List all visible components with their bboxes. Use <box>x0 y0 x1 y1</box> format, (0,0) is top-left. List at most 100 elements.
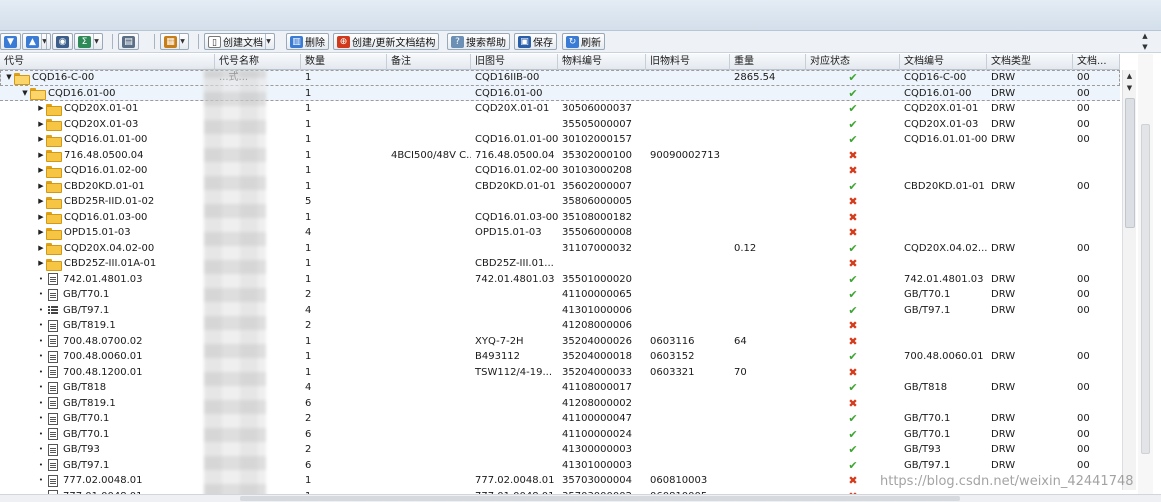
table-row[interactable]: • GB/T70.1 6 41100000024 ✔ GB/T70.1 DRW 00 <box>0 427 1120 443</box>
toolbar-separator <box>154 34 155 49</box>
cell-doc-type: DRW <box>991 459 1016 471</box>
expand-node-icon[interactable]: ▶ <box>36 148 46 164</box>
column-header-note[interactable]: 备注 <box>387 54 471 70</box>
column-header-old-drawing[interactable]: 旧图号 <box>471 54 558 70</box>
table-row[interactable]: • 742.01.4801.03 1 742.01.4801.03 3550100002… <box>0 272 1120 288</box>
expand-node-icon[interactable]: ▶ <box>36 241 46 257</box>
create-document-button[interactable]: ▯ 创建文档 ▼ <box>204 33 275 50</box>
table-row[interactable]: ▶ CQD20X.01-03 1 35505000007 ✔ CQD20X.01-03 DR… <box>0 117 1120 133</box>
filter-button[interactable]: Σ ▼ <box>74 33 103 50</box>
column-header-doc-no[interactable]: 文档编号 <box>900 54 987 70</box>
layout-button[interactable]: ▦ ▼ <box>160 33 189 50</box>
column-header-doc-ver[interactable]: 文档... <box>1073 54 1120 70</box>
tree-node-cell: • GB/T70.1 <box>0 411 215 427</box>
column-header-status[interactable]: 对应状态 <box>806 54 900 70</box>
dropdown-arrow-icon[interactable]: ▼ <box>179 34 185 49</box>
column-header-name[interactable]: 代号名称 <box>215 54 301 70</box>
table-row[interactable]: • 700.48.0700.02 1 XYQ-7-2H 35204000026 06031… <box>0 334 1120 350</box>
scroll-up-icon[interactable]: ▲ <box>1123 70 1136 82</box>
expand-node-icon[interactable]: ▶ <box>36 210 46 226</box>
cell-old-material <box>646 225 730 241</box>
table-row[interactable]: ▶ CBD20KD.01-01 1 CBD20KD.01-01 35602000007 ✔… <box>0 179 1120 195</box>
table-row[interactable]: • GB/T93 2 41300000003 ✔ GB/T93 DRW 00 <box>0 442 1120 458</box>
cell-doc-type <box>987 210 1073 226</box>
table-row[interactable]: • GB/T70.1 2 41100000047 ✔ GB/T70.1 DRW 00 <box>0 411 1120 427</box>
table-row[interactable]: ▶ CBD25R-IID.01-02 5 35806000005 ✖ <box>0 194 1120 210</box>
column-header-old-material[interactable]: 旧物料号 <box>646 54 730 70</box>
column-header-qty[interactable]: 数量 <box>301 54 387 70</box>
table-row[interactable]: ▶ CQD20X.04.02-00 1 31107000032 0.12 ✔ CQD20X.… <box>0 241 1120 257</box>
table-row[interactable]: ▶ CQD16.01.01-00 1 CQD16.01.01-00 3010200015… <box>0 132 1120 148</box>
cell-doc-ver: 00 <box>1077 382 1090 393</box>
table-row[interactable]: ▶ CQD16.01.03-00 1 CQD16.01.03-00 3510800018… <box>0 210 1120 226</box>
expand-node-icon[interactable]: ▶ <box>36 117 46 133</box>
expand-node-icon[interactable]: ▶ <box>36 256 46 272</box>
table-row[interactable]: • GB/T97.1 6 41301000003 ✔ GB/T97.1 DRW 00 <box>0 458 1120 474</box>
table-row[interactable]: • GB/T818 4 41108000017 ✔ GB/T818 DRW 00 <box>0 380 1120 396</box>
expand-node-icon[interactable]: ▶ <box>36 225 46 241</box>
print-button[interactable]: ▤ <box>118 33 139 50</box>
table-row[interactable]: ▶ CQD20X.01-01 1 CQD20X.01-01 30506000037 ✔ CQ… <box>0 101 1120 117</box>
expand-node-icon[interactable]: ▶ <box>36 179 46 195</box>
expand-node-icon[interactable]: ▶ <box>36 132 46 148</box>
create-structure-button[interactable]: ⊕ 创建/更新文档结构 <box>333 33 440 50</box>
cell-doc-type: DRW <box>991 103 1016 114</box>
table-row[interactable]: ▶ CBD25Z-III.01A-01 1 CBD25Z-III.01... ✖ <box>0 256 1120 272</box>
table-row[interactable]: • GB/T70.1 2 41100000065 ✔ GB/T70.1 DRW 00 <box>0 287 1120 303</box>
scroll-down-icon[interactable]: ▼ <box>1123 82 1136 94</box>
refresh-button[interactable]: ↻ 刷新 <box>562 33 605 50</box>
column-header-doc-type[interactable]: 文档类型 <box>987 54 1073 70</box>
find-button[interactable]: ◉ <box>52 33 73 50</box>
table-row[interactable]: • GB/T819.1 2 41208000006 ✖ <box>0 318 1120 334</box>
column-header-weight[interactable]: 重量 <box>730 54 806 70</box>
cell-material: 30103000208 <box>562 165 632 176</box>
table-row[interactable]: ▼CQD16-C-00...式...1CQD16IIB-002865.54✔CQ… <box>0 70 1120 86</box>
table-row[interactable]: ▶ OPD15.01-03 4 OPD15.01-03 35506000008 ✖ <box>0 225 1120 241</box>
horizontal-scroll-thumb[interactable] <box>240 496 960 501</box>
cell-qty: 1 <box>305 72 312 83</box>
table-row[interactable]: ▶ 716.48.0500.04 1 4BCI500/48V C... 716.48.0… <box>0 148 1120 164</box>
cell-material: 35703000004 <box>562 475 632 486</box>
table-row[interactable]: • GB/T97.1 4 41301000006 ✔ GB/T97.1 DRW 00 <box>0 303 1120 319</box>
tree-node-cell: • 742.01.4801.03 <box>0 272 215 288</box>
toolbar-button-label: 创建文档 <box>223 38 263 49</box>
cell-material: 41208000002 <box>562 397 632 409</box>
table-row[interactable]: • 700.48.1200.01 1 TSW112/4-19... 3520400003… <box>0 365 1120 381</box>
cell-weight <box>730 427 806 443</box>
save-button[interactable]: ▣ 保存 <box>514 33 557 50</box>
cell-doc-no: CQD16.01-00 <box>904 87 972 99</box>
dropdown-arrow-icon[interactable]: ▼ <box>93 34 99 49</box>
scroll-thumb[interactable] <box>1125 98 1135 228</box>
window-vertical-scrollbar[interactable] <box>1138 54 1153 498</box>
grid-vertical-scrollbar[interactable]: ▲ ▼ <box>1122 70 1136 490</box>
cell-qty: 6 <box>305 397 312 409</box>
tree-node-cell: ▼ CQD16-C-00 <box>0 70 215 86</box>
table-row[interactable]: • 700.48.0060.01 1 B493112 35204000018 060315… <box>0 349 1120 365</box>
cell-old-drawing: TSW112/4-19... <box>475 366 553 378</box>
collapse-node-icon[interactable]: ▼ <box>20 86 30 102</box>
cell-note <box>387 318 471 334</box>
search-help-button[interactable]: ? 搜索帮助 <box>447 33 510 50</box>
expand-node-icon[interactable]: ▶ <box>36 101 46 117</box>
cross-icon: ✖ <box>848 226 858 239</box>
cell-doc-ver <box>1073 163 1120 179</box>
cell-weight <box>730 272 806 288</box>
delete-button[interactable]: ▥ 删除 <box>286 33 329 50</box>
expand-node-icon[interactable]: ▶ <box>36 194 46 210</box>
table-row[interactable]: • GB/T819.1 6 41208000002 ✖ <box>0 396 1120 412</box>
horizontal-scrollbar[interactable] <box>0 494 1161 502</box>
tree-node-cell: • GB/T818 <box>0 380 215 396</box>
toolbar-scroll-control[interactable]: ▲ ▼ <box>1138 31 1152 53</box>
table-row[interactable]: ▶ CQD16.01.02-00 1 CQD16.01.02-00 3010300020… <box>0 163 1120 179</box>
cell-doc-type: DRW <box>991 87 1016 99</box>
window-scroll-thumb[interactable] <box>1141 124 1150 454</box>
cell-material: 41300000003 <box>562 444 632 455</box>
column-header-code[interactable]: 代号 <box>0 54 215 70</box>
dropdown-arrow-icon[interactable]: ▼ <box>265 34 271 49</box>
collapse-node-icon[interactable]: ▼ <box>4 70 14 86</box>
column-header-material[interactable]: 物料编号 <box>558 54 646 70</box>
table-row[interactable]: ▼ CQD16.01-00 1 CQD16.01-00 ✔ CQD16.01-00 DRW 0… <box>0 85 1120 102</box>
delete-icon: ▥ <box>290 35 303 48</box>
expand-node-icon[interactable]: ▶ <box>36 163 46 179</box>
expand-all-button[interactable]: ▼ <box>0 33 21 50</box>
